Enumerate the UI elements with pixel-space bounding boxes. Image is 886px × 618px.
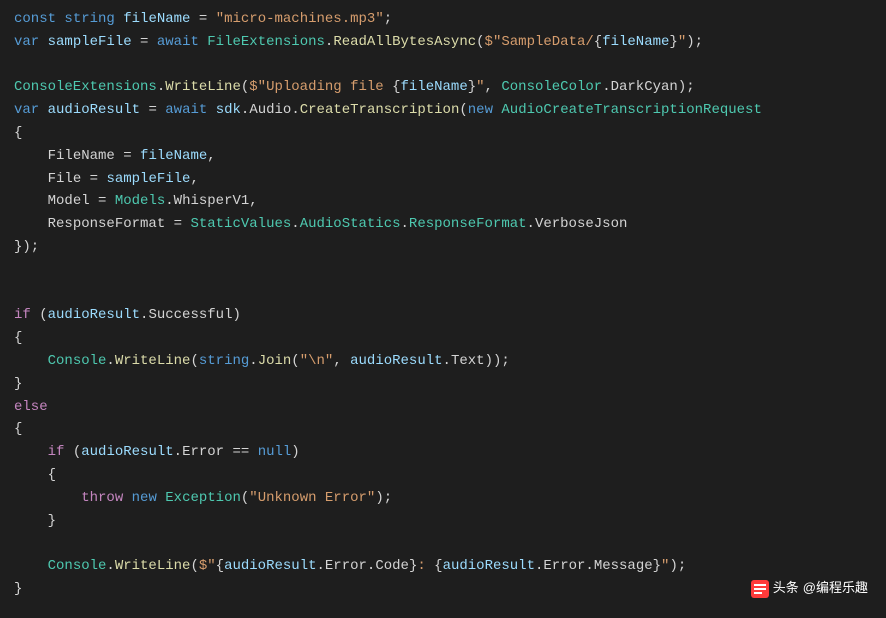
code-line-7: FileName = fileName, — [14, 145, 872, 168]
code-line-10: ResponseFormat = StaticValues.AudioStati… — [14, 213, 872, 236]
code-line-6: { — [14, 122, 872, 145]
code-line-4: ConsoleExtensions.WriteLine($"Uploading … — [14, 76, 872, 99]
code-line-20: if (audioResult.Error == null) — [14, 441, 872, 464]
code-line-26: } — [14, 578, 872, 601]
code-line-22: throw new Exception("Unknown Error"); — [14, 487, 872, 510]
code-line-5: var audioResult = await sdk.Audio.Create… — [14, 99, 872, 122]
code-line-24 — [14, 532, 872, 555]
watermark-handle: @编程乐趣 — [803, 577, 868, 600]
code-line-16: Console.WriteLine(string.Join("\n", audi… — [14, 350, 872, 373]
code-line-3 — [14, 54, 872, 77]
watermark-prefix: 头条 — [773, 577, 799, 600]
code-line-9: Model = Models.WhisperV1, — [14, 190, 872, 213]
watermark: 头条 @编程乐趣 — [751, 577, 868, 600]
code-line-11: }); — [14, 236, 872, 259]
code-line-14: if (audioResult.Successful) — [14, 304, 872, 327]
code-line-12 — [14, 259, 872, 282]
code-editor[interactable]: const string fileName = "micro-machines.… — [14, 8, 872, 601]
toutiao-icon — [751, 580, 769, 598]
code-line-1: const string fileName = "micro-machines.… — [14, 8, 872, 31]
code-line-18: else — [14, 396, 872, 419]
code-line-19: { — [14, 418, 872, 441]
code-line-13 — [14, 282, 872, 305]
code-line-15: { — [14, 327, 872, 350]
code-line-8: File = sampleFile, — [14, 168, 872, 191]
code-line-25: Console.WriteLine($"{audioResult.Error.C… — [14, 555, 872, 578]
code-line-21: { — [14, 464, 872, 487]
code-line-23: } — [14, 510, 872, 533]
code-line-2: var sampleFile = await FileExtensions.Re… — [14, 31, 872, 54]
code-line-17: } — [14, 373, 872, 396]
